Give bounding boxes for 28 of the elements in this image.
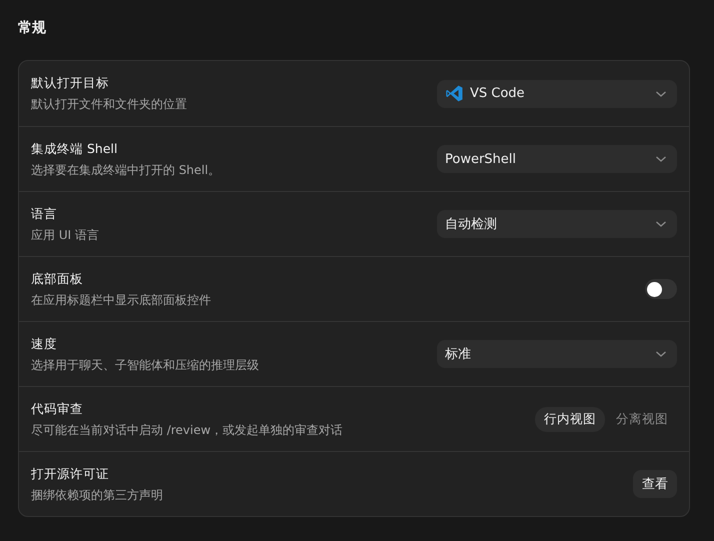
- code-editor-icon: [445, 84, 464, 103]
- chevron-down-icon: [655, 220, 667, 228]
- setting-description: 在应用标题栏中显示底部面板控件: [31, 292, 211, 308]
- setting-description: 尽可能在当前对话中启动 /review，或发起单独的审查对话: [31, 422, 343, 438]
- setting-title: 默认打开目标: [31, 74, 110, 92]
- setting-description: 捆绑依赖项的第三方声明: [31, 486, 163, 504]
- dropdown[interactable]: 自动检测: [437, 210, 677, 238]
- dropdown[interactable]: 标准: [437, 340, 677, 368]
- setting-description: 默认打开文件和文件夹的位置: [31, 96, 187, 113]
- dropdown[interactable]: PowerShell: [437, 145, 677, 173]
- view-button[interactable]: 查看: [633, 470, 677, 498]
- setting-title: 速度: [31, 334, 58, 352]
- setting-description: 选择用于聊天、子智能体和压缩的推理层级: [31, 356, 259, 374]
- setting-title: 底部面板: [31, 270, 84, 288]
- setting-title: 打开源许可证: [31, 464, 110, 482]
- setting-title: 语言: [31, 204, 58, 222]
- chevron-down-icon: [655, 155, 667, 163]
- setting-title: 代码审查: [31, 400, 84, 418]
- setting-description: 选择要在集成终端中打开的 Shell。: [31, 162, 220, 178]
- setting-title: 集成终端 Shell: [31, 140, 118, 158]
- chevron-down-icon: [655, 90, 667, 98]
- toggle-switch[interactable]: [645, 279, 677, 299]
- view-option[interactable]: 行内视图: [535, 406, 605, 432]
- chevron-down-icon: [655, 350, 667, 358]
- setting-description: 应用 UI 语言: [31, 226, 99, 244]
- section-title: 常规: [18, 19, 47, 38]
- view-option[interactable]: 分离视图: [607, 406, 677, 432]
- dropdown[interactable]: VS Code: [437, 80, 677, 108]
